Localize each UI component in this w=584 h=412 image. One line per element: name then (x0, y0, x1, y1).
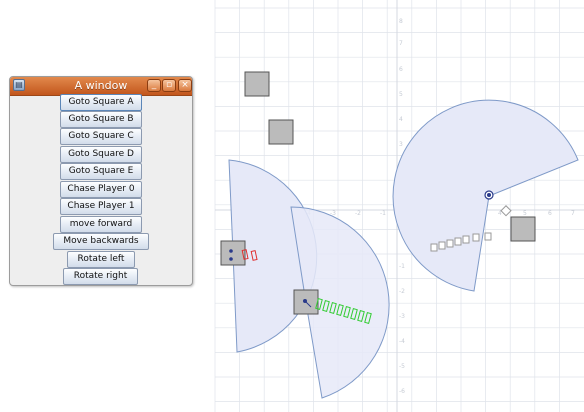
square-e (510, 216, 536, 242)
goto-square-e-button[interactable]: Goto Square E (60, 163, 142, 180)
svg-text:8: 8 (399, 18, 403, 25)
svg-text:5: 5 (399, 91, 403, 98)
goto-square-b-button[interactable]: Goto Square B (60, 111, 142, 128)
svg-text:7: 7 (571, 210, 575, 217)
square-b (268, 119, 294, 145)
svg-text:-5: -5 (399, 363, 405, 370)
chase-player-1-button[interactable]: Chase Player 1 (60, 198, 142, 215)
minimize-icon: _ (151, 80, 157, 90)
svg-text:5: 5 (523, 210, 527, 217)
svg-text:-4: -4 (399, 338, 405, 345)
svg-text:-3: -3 (399, 313, 405, 320)
minimize-button[interactable]: _ (147, 79, 161, 92)
svg-text:6: 6 (548, 210, 552, 217)
goto-square-a-button[interactable]: Goto Square A (60, 94, 142, 111)
move-backwards-button[interactable]: Move backwards (53, 233, 149, 250)
rotate-left-button[interactable]: Rotate left (67, 251, 135, 268)
control-window[interactable]: ▤ A window _ ▫ × Goto Square A Goto Squa… (9, 76, 193, 286)
svg-text:4: 4 (399, 116, 403, 123)
svg-text:-1: -1 (380, 210, 386, 217)
goto-square-c-button[interactable]: Goto Square C (60, 128, 142, 145)
close-button[interactable]: × (178, 79, 192, 92)
goto-square-d-button[interactable]: Goto Square D (60, 146, 142, 163)
move-forward-button[interactable]: move forward (60, 216, 142, 233)
svg-text:-1: -1 (399, 263, 405, 270)
svg-text:3: 3 (399, 141, 403, 148)
rotate-right-button[interactable]: Rotate right (63, 268, 138, 285)
maximize-button[interactable]: ▫ (162, 79, 176, 92)
maximize-icon: ▫ (165, 80, 173, 90)
svg-text:-6: -6 (399, 388, 405, 395)
chase-player-0-button[interactable]: Chase Player 0 (60, 181, 142, 198)
close-icon: × (181, 80, 189, 90)
svg-text:7: 7 (399, 40, 403, 47)
svg-text:-2: -2 (399, 288, 405, 295)
square-c (220, 240, 246, 266)
svg-text:-2: -2 (355, 210, 361, 217)
svg-text:6: 6 (399, 66, 403, 73)
player-2-marker (484, 190, 494, 200)
square-a (244, 71, 270, 97)
